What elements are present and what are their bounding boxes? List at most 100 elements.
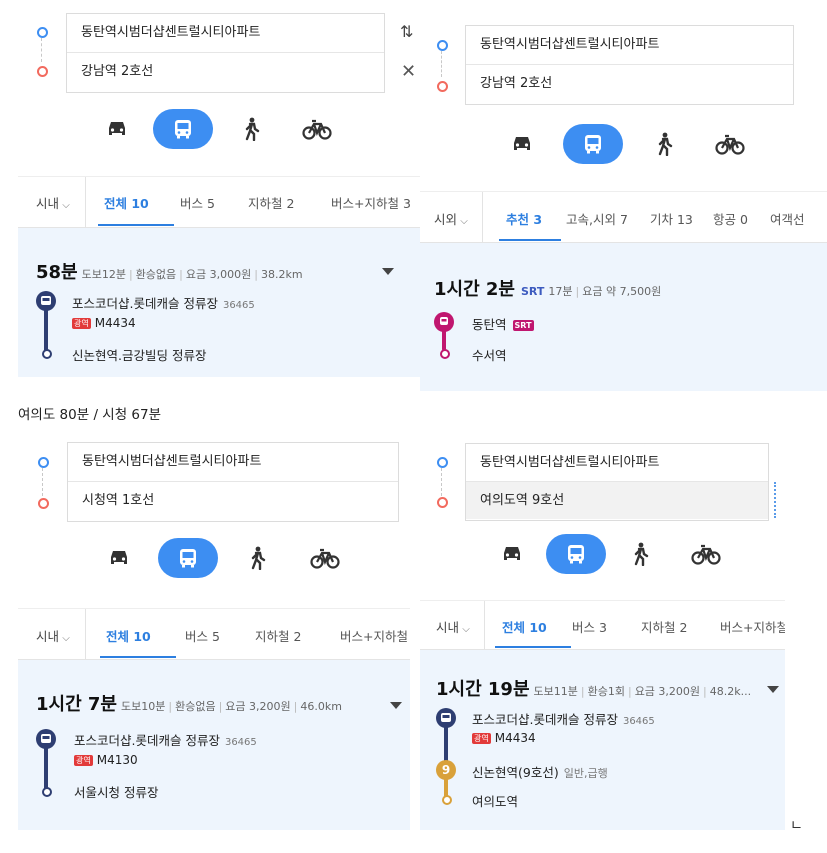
route-input-box: 동탄역시범더샵센트럴시티아파트 시청역 1호선 — [67, 442, 399, 522]
origin-field[interactable]: 동탄역시범더샵센트럴시티아파트 — [466, 26, 793, 64]
travel-time: 58분 — [36, 262, 78, 283]
car-icon — [109, 122, 125, 135]
car-mode-button[interactable] — [97, 538, 141, 578]
car-mode-button[interactable] — [500, 124, 544, 164]
car-mode-button[interactable] — [95, 109, 139, 149]
bus-line-number: M4130 — [96, 753, 138, 767]
tab-region-select[interactable]: 시내 — [36, 626, 70, 645]
tab-bus-subway[interactable]: 버스+지하철 3 — [331, 193, 411, 212]
destination-field[interactable]: 강남역 2호선 — [67, 52, 384, 91]
bike-mode-button[interactable] — [708, 124, 752, 164]
transport-mode-bar — [97, 538, 357, 578]
tab-bus[interactable]: 버스 5 — [185, 626, 220, 645]
tab-divider — [85, 609, 86, 659]
caret-down-icon[interactable] — [382, 268, 394, 275]
destination-field[interactable]: 시청역 1호선 — [68, 481, 398, 520]
tab-subway[interactable]: 지하철 2 — [255, 626, 301, 645]
transfer-count: 환승1회 — [587, 685, 625, 698]
boarding-stop-name: 포스코더샵.롯데캐슬 정류장 — [74, 733, 220, 748]
walk-icon — [658, 132, 673, 156]
origin-field[interactable]: 동탄역시범더샵센트럴시티아파트 — [466, 444, 768, 481]
bus-line: 광역 M4434 — [72, 316, 136, 330]
swap-icon[interactable]: ⇅ — [400, 22, 413, 41]
fare: 요금 3,000원 — [185, 268, 252, 281]
tab-bus[interactable]: 버스 3 — [572, 617, 607, 636]
bus-mode-button[interactable] — [546, 534, 606, 574]
tab-divider — [484, 601, 485, 649]
route-result-card[interactable]: 1시간 7분 도보10분 | 환승없음 | 요금 3,200원 | 46.0km 포스코더샵.… — [18, 660, 410, 830]
close-icon[interactable]: ✕ — [401, 61, 416, 82]
car-icon — [514, 137, 530, 150]
car-mode-button[interactable] — [490, 534, 534, 574]
route-dotted-line — [41, 38, 42, 62]
tab-subway[interactable]: 지하철 2 — [248, 193, 294, 212]
transfer-station: 신논현역(9호선) 일반,급행 — [472, 762, 608, 781]
walk-mode-button[interactable] — [618, 534, 662, 574]
tab-subway[interactable]: 지하철 2 — [641, 617, 687, 636]
tab-region-select[interactable]: 시내 — [436, 617, 470, 636]
tab-bus-subway[interactable]: 버스+지하철 — [720, 617, 785, 636]
bus-stop-icon — [36, 729, 56, 749]
car-icon — [111, 551, 127, 564]
destination-field[interactable]: 강남역 2호선 — [466, 64, 793, 103]
route-result-card[interactable]: 58분 도보12분 | 환승없음 | 요금 3,000원 | 38.2km 포스코더샵.롯데캐… — [18, 228, 420, 377]
route-result-card[interactable]: 1시간 2분 SRT 17분 | 요금 약 7,500원 동탄역 SRT 수서역 — [420, 243, 827, 391]
origin-field[interactable]: 동탄역시범더샵센트럴시티아파트 — [68, 443, 398, 481]
tab-divider — [85, 177, 86, 227]
bus-mode-button[interactable] — [563, 124, 623, 164]
tab-all[interactable]: 전체 10 — [104, 193, 149, 212]
origin-field[interactable]: 동탄역시범더샵센트럴시티아파트 — [67, 14, 384, 52]
walk-time: 도보12분 — [81, 268, 126, 281]
fare: 요금 3,200원 — [225, 700, 291, 713]
alight-stop-dot — [42, 787, 52, 797]
arrival-station-dot — [442, 795, 452, 805]
caret-down-icon[interactable] — [767, 686, 779, 693]
destination-field[interactable]: 여의도역 9호선 — [466, 481, 768, 519]
tab-bus[interactable]: 버스 5 — [180, 193, 215, 212]
tab-ferry[interactable]: 여객선 — [770, 209, 805, 228]
origin-dot-icon — [37, 27, 48, 38]
route-dotted-line — [441, 468, 442, 496]
route-dotted-line — [441, 51, 442, 77]
destination-dot-icon — [37, 66, 48, 77]
bus-mode-button[interactable] — [153, 109, 213, 149]
tab-train[interactable]: 기차 13 — [650, 209, 693, 228]
train-type: 일반,급행 — [563, 767, 608, 780]
caret-down-icon[interactable] — [390, 702, 402, 709]
tab-all[interactable]: 전체 10 — [106, 626, 151, 645]
bus-stop-icon — [36, 291, 56, 311]
tab-all[interactable]: 전체 10 — [502, 617, 547, 636]
panel-top-left: 동탄역시범더샵센트럴시티아파트 강남역 2호선 ⇅ ✕ 시내 전체 10 버스 … — [0, 0, 420, 395]
stop-id: 36465 — [622, 716, 655, 727]
arrival-station-name: 여의도역 — [472, 794, 519, 809]
walk-mode-button[interactable] — [235, 538, 279, 578]
destination-dot-icon — [437, 497, 448, 508]
fare: 요금 약 7,500원 — [582, 285, 662, 298]
tab-region-select[interactable]: 시외 — [434, 209, 468, 228]
walk-icon — [251, 546, 266, 570]
route-tab-bar: 시내 전체 10 버스 5 지하철 2 버스+지하철 — [18, 608, 410, 660]
route-result-card[interactable]: 1시간 19분 도보11분 | 환승1회 | 요금 3,200원 | 48.2k... 포스코… — [420, 650, 785, 830]
tab-recommended[interactable]: 추천 3 — [506, 209, 542, 228]
transfer-count: 환승없음 — [175, 700, 216, 713]
tab-flight[interactable]: 항공 0 — [713, 209, 748, 228]
resize-handle[interactable] — [774, 482, 776, 518]
tab-region-select[interactable]: 시내 — [36, 193, 70, 212]
panel-bottom-left: 동탄역시범더샵센트럴시티아파트 시청역 1호선 시내 전체 10 버스 5 지하… — [0, 440, 410, 840]
alight-stop-name: 신논현역.금강빌딩 정류장 — [72, 348, 207, 363]
panel-bottom-right: 동탄역시범더샵센트럴시티아파트 여의도역 9호선 시내 전체 10 버스 3 지… — [420, 440, 785, 840]
selected-tab-underline — [495, 646, 571, 648]
bike-icon — [691, 544, 721, 565]
walk-mode-button[interactable] — [229, 109, 273, 149]
tab-bus-subway[interactable]: 버스+지하철 — [340, 626, 408, 645]
walk-mode-button[interactable] — [642, 124, 686, 164]
tab-express-bus[interactable]: 고속,시외 7 — [566, 209, 628, 228]
transport-mode-bar — [500, 124, 760, 164]
bike-mode-button[interactable] — [303, 538, 347, 578]
route-tab-bar: 시내 전체 10 버스 3 지하철 2 버스+지하철 — [420, 600, 785, 650]
walk-time: 도보10분 — [121, 700, 166, 713]
bike-mode-button[interactable] — [295, 109, 339, 149]
bike-mode-button[interactable] — [684, 534, 728, 574]
tab-divider — [482, 192, 483, 242]
bus-mode-button[interactable] — [158, 538, 218, 578]
